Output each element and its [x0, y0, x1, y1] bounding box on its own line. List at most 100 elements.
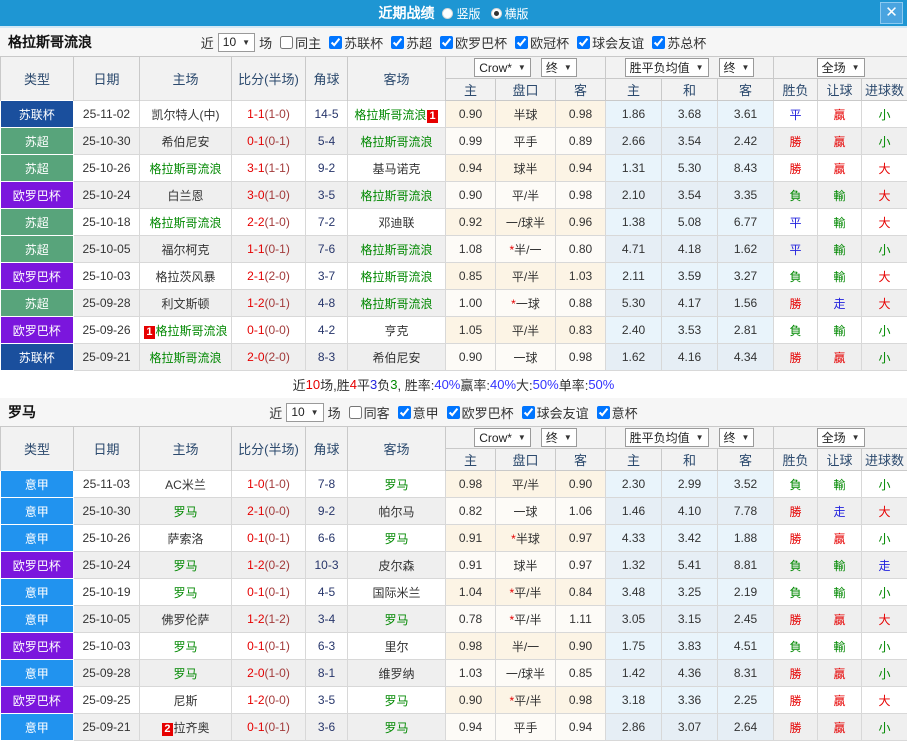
odds-final-select[interactable]: 终 ▼ — [540, 58, 577, 77]
match-count-select[interactable]: 10 ▼ — [286, 402, 324, 422]
halftime-score: (0-1) — [264, 242, 290, 256]
chevron-down-icon: ▼ — [695, 433, 704, 442]
fulltime-score: 0-1 — [247, 531, 265, 545]
close-icon[interactable]: ✕ — [880, 2, 903, 24]
odds-group-header: Crow* ▼ 终 ▼ — [444, 426, 607, 449]
match-row: 苏联杯 25-09-21 格拉斯哥流浪 2-0(2-0) 8-3 希伯尼安 0.90 一球 0.… — [0, 343, 907, 371]
odds-handicap: 一球 — [495, 343, 556, 371]
league-filter-3-checkbox[interactable] — [596, 405, 610, 419]
same-venue[interactable]: 同客 — [345, 403, 390, 422]
league-filter-4[interactable]: 球会友谊 — [573, 33, 644, 52]
league-filter-1[interactable]: 苏超 — [387, 33, 432, 52]
match-row: 苏超 25-10-05 福尔柯克 1-1(0-1) 7-6 格拉斯哥流浪 1.08 *半/一 0… — [0, 235, 907, 263]
score: 3-0(1-0) — [231, 181, 306, 209]
result-handicap: 輸 — [817, 551, 863, 579]
corner-score: 7-2 — [305, 208, 348, 236]
away-team: 格拉斯哥流浪 — [347, 181, 446, 209]
odds-company-select[interactable]: Crow* ▼ — [474, 428, 531, 447]
corner-score: 8-1 — [305, 659, 348, 687]
league-filter-3-checkbox[interactable] — [515, 35, 529, 49]
odds-handicap: 平/半 — [495, 181, 556, 209]
league-filter-0[interactable]: 苏联杯 — [325, 33, 383, 52]
odds-away: 0.94 — [554, 154, 607, 182]
league-badge: 意甲 — [0, 659, 74, 687]
score: 0-1(0-1) — [231, 524, 306, 552]
league-filter-2-checkbox[interactable] — [521, 405, 535, 419]
league-filter-1-checkbox[interactable] — [446, 405, 460, 419]
league-filter-3[interactable]: 意杯 — [593, 403, 638, 422]
league-filter-0[interactable]: 意甲 — [394, 403, 439, 422]
league-filter-0-checkbox[interactable] — [397, 405, 411, 419]
match-date: 25-10-03 — [73, 632, 140, 660]
sub-header-3: 主 — [605, 448, 663, 471]
team-name-text: 福尔柯克 — [161, 242, 210, 257]
result-handicap: 贏 — [817, 686, 863, 714]
fulltime-score: 0-1 — [247, 639, 265, 653]
league-filter-2[interactable]: 球会友谊 — [518, 403, 589, 422]
scope-select[interactable]: 全场 ▼ — [816, 58, 865, 77]
result-outcome: 勝 — [773, 154, 819, 182]
odds-handicap: 半/一 — [495, 632, 556, 660]
avg-type-select[interactable]: 胜平负均值 ▼ — [624, 428, 709, 447]
same-venue-checkbox[interactable] — [280, 35, 294, 49]
result-handicap: 輸 — [817, 578, 863, 606]
match-date: 25-09-21 — [73, 713, 140, 741]
odds-home: 0.82 — [445, 497, 496, 525]
match-date: 25-09-28 — [73, 289, 140, 317]
league-filter-3[interactable]: 欧冠杯 — [511, 33, 569, 52]
league-filter-4-checkbox[interactable] — [577, 35, 591, 49]
match-row: 意甲 25-10-26 萨索洛 0-1(0-1) 6-6 罗马 0.91 *半球 0.97 4.3… — [0, 524, 907, 552]
match-row: 苏超 25-10-18 格拉斯哥流浪 2-2(1-0) 7-2 邓迪联 0.92 一/球半 0.… — [0, 208, 907, 236]
avg-draw: 4.18 — [661, 235, 719, 263]
odds-company-select-value: Crow* — [479, 430, 512, 445]
team-name-text: 格拉斯哥流浪 — [360, 242, 433, 257]
odds-home: 0.91 — [445, 524, 496, 552]
avg-type-select[interactable]: 胜平负均值 ▼ — [624, 58, 709, 77]
league-filter-1[interactable]: 欧罗巴杯 — [443, 403, 514, 422]
league-filter-2-label: 球会友谊 — [536, 405, 589, 421]
score: 1-2(1-2) — [231, 605, 306, 633]
odds-away: 0.90 — [554, 470, 607, 498]
fulltime-score: 0-1 — [247, 585, 265, 599]
match-count-select[interactable]: 10 ▼ — [217, 32, 256, 52]
halftime-score: (1-2) — [264, 612, 290, 626]
same-venue-checkbox[interactable] — [348, 405, 362, 419]
radio-horizontal-layout[interactable]: 横版 — [490, 5, 529, 22]
league-filter-5-checkbox[interactable] — [652, 35, 666, 49]
fulltime-score: 1-2 — [247, 558, 265, 572]
corner-score: 6-6 — [305, 524, 348, 552]
radio-icon-selected[interactable] — [490, 7, 502, 19]
radio-icon[interactable] — [442, 7, 454, 19]
sub-header-6: 胜负 — [773, 448, 819, 471]
avg-final-select[interactable]: 终 ▼ — [718, 58, 755, 77]
same-venue[interactable]: 同主 — [276, 33, 321, 52]
team-name-text: 白兰恩 — [167, 188, 204, 203]
league-filter-2[interactable]: 欧罗巴杯 — [436, 33, 507, 52]
home-team: 佛罗伦萨 — [139, 605, 232, 633]
odds-handicap: 平/半 — [495, 262, 556, 290]
odds-company-select[interactable]: Crow* ▼ — [474, 58, 531, 77]
corner-score: 4-5 — [305, 578, 348, 606]
match-row: 欧罗巴杯 25-09-26 1 格拉斯哥流浪 0-1(0-0) 4-2 亨克 1.05 平/半 0… — [0, 316, 907, 344]
summary-segment: 10 — [305, 377, 321, 392]
league-filter-0-checkbox[interactable] — [329, 35, 343, 49]
league-filter-1-checkbox[interactable] — [391, 35, 405, 49]
chevron-down-icon: ▼ — [563, 433, 572, 442]
sub-header-0: 主 — [445, 78, 496, 101]
league-filter-2-checkbox[interactable] — [440, 35, 454, 49]
league-filter-5[interactable]: 苏总杯 — [648, 33, 706, 52]
scope-select[interactable]: 全场 ▼ — [816, 428, 865, 447]
fulltime-score: 1-2 — [247, 296, 265, 310]
rank-badge: 1 — [427, 109, 438, 123]
radio-vertical-layout[interactable]: 竖版 — [442, 5, 481, 22]
team-name-text: 亨克 — [384, 323, 409, 338]
avg-final-select[interactable]: 终 ▼ — [718, 428, 755, 447]
avg-loss: 1.88 — [717, 524, 775, 552]
home-team: 尼斯 — [139, 686, 232, 714]
dialog-title: 近期战绩 — [378, 5, 435, 21]
result-handicap: 贏 — [817, 343, 863, 371]
result-outcome: 勝 — [773, 659, 819, 687]
fulltime-score: 2-2 — [247, 215, 265, 229]
odds-final-select[interactable]: 终 ▼ — [540, 428, 577, 447]
avg-win: 2.10 — [605, 181, 663, 209]
